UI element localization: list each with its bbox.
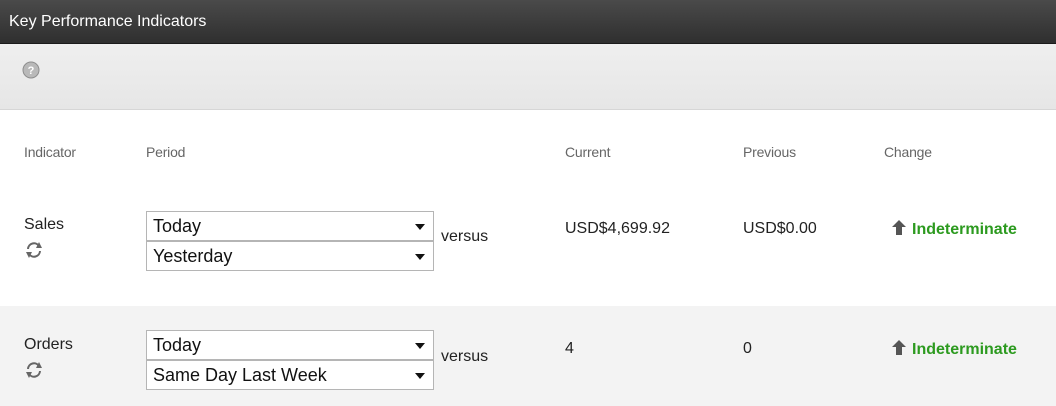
arrow-up-icon bbox=[892, 220, 906, 236]
column-header-period: Period bbox=[146, 144, 186, 160]
period-select-value: Today bbox=[153, 216, 202, 236]
current-value: USD$4,699.92 bbox=[565, 220, 670, 237]
column-header-current: Current bbox=[565, 144, 611, 160]
compare-period-select-value: Yesterday bbox=[153, 246, 233, 266]
versus-label: versus bbox=[441, 348, 489, 365]
period-select[interactable]: Today bbox=[146, 330, 434, 360]
previous-value: USD$0.00 bbox=[743, 220, 817, 237]
toolbar: ? bbox=[0, 44, 1056, 110]
versus-label: versus bbox=[441, 228, 489, 245]
period-select-value: Today bbox=[153, 335, 202, 355]
change-label: Indeterminate bbox=[912, 221, 1017, 238]
chevron-down-icon bbox=[415, 254, 425, 260]
table-row: Orders Today Same Day Last Week versus 4… bbox=[0, 306, 1056, 406]
indicator-label: Orders bbox=[24, 336, 73, 353]
table-row: Sales Today Yesterday versus USD$4,699.9… bbox=[0, 196, 1056, 306]
change-label: Indeterminate bbox=[912, 341, 1017, 358]
chevron-down-icon bbox=[415, 343, 425, 349]
column-header-change: Change bbox=[884, 144, 932, 160]
arrow-up-icon bbox=[892, 340, 906, 356]
compare-period-select[interactable]: Same Day Last Week bbox=[146, 360, 434, 390]
previous-value: 0 bbox=[743, 340, 752, 357]
column-header-indicator: Indicator bbox=[24, 144, 76, 160]
change-value: Indeterminate bbox=[892, 220, 1017, 239]
help-icon[interactable]: ? bbox=[22, 61, 40, 79]
column-header-previous: Previous bbox=[743, 144, 796, 160]
svg-text:?: ? bbox=[28, 65, 35, 77]
indicator-label: Sales bbox=[24, 216, 65, 233]
kpi-table: Indicator Period Current Previous Change… bbox=[0, 110, 1056, 406]
chevron-down-icon bbox=[415, 373, 425, 379]
refresh-icon[interactable] bbox=[24, 240, 44, 260]
chevron-down-icon bbox=[415, 224, 425, 230]
compare-period-select[interactable]: Yesterday bbox=[146, 241, 434, 271]
current-value: 4 bbox=[565, 340, 574, 357]
period-select[interactable]: Today bbox=[146, 211, 434, 241]
refresh-icon[interactable] bbox=[24, 360, 44, 380]
panel-title: Key Performance Indicators bbox=[0, 0, 1056, 44]
kpi-panel: Key Performance Indicators ? Indicator P… bbox=[0, 0, 1056, 406]
compare-period-select-value: Same Day Last Week bbox=[153, 365, 327, 385]
change-value: Indeterminate bbox=[892, 340, 1017, 359]
